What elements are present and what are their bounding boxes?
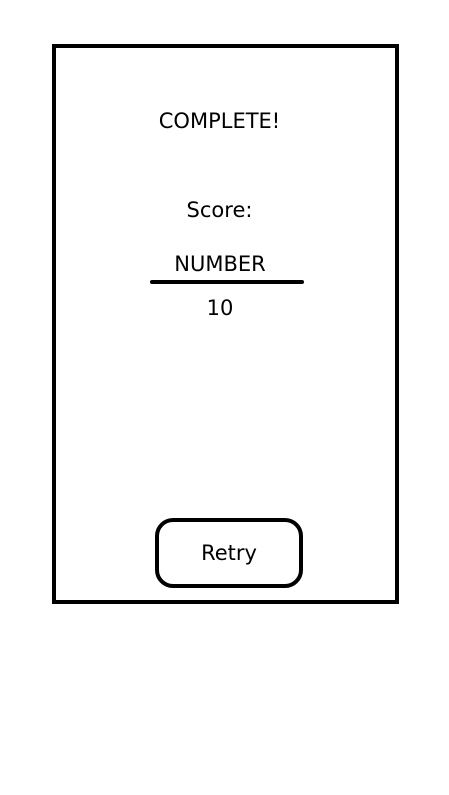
score-numerator: NUMBER bbox=[174, 252, 266, 276]
score-fraction: NUMBER 10 bbox=[150, 248, 304, 322]
score-denominator: 10 bbox=[206, 296, 234, 320]
result-panel: COMPLETE! Score: NUMBER 10 Retry bbox=[52, 44, 399, 604]
complete-title: COMPLETE! bbox=[158, 109, 281, 133]
score-label: Score: bbox=[186, 198, 253, 222]
fraction-divider bbox=[150, 280, 304, 284]
retry-button[interactable]: Retry bbox=[155, 518, 303, 588]
